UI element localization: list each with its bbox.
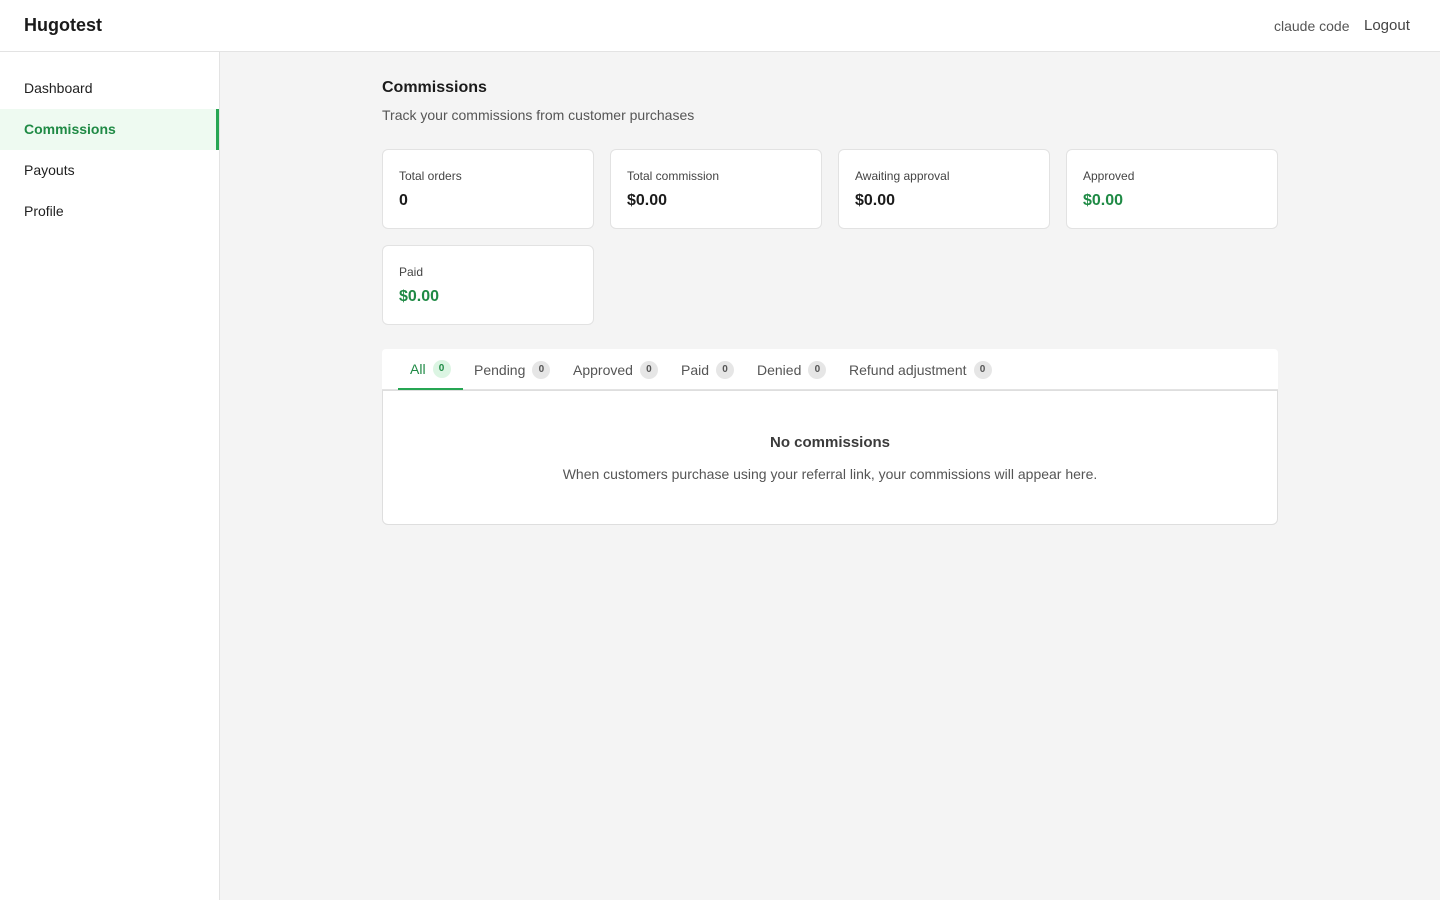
empty-state-title: No commissions [769,434,891,451]
tab-approved[interactable]: Approved 0 [561,349,670,390]
stat-card-awaiting-approval: Awaiting approval $0.00 [838,149,1050,229]
stat-value: $0.00 [1083,192,1124,209]
stat-label: Total commission [627,169,720,183]
stat-value: $0.00 [855,192,896,209]
tab-count-badge: 0 [973,360,992,379]
top-bar: Hugotest claude code Logout [0,0,1440,52]
brand-logo[interactable]: Hugotest [24,15,102,36]
sidebar-item-profile[interactable]: Profile [0,191,219,232]
sidebar: Dashboard Commissions Payouts Profile [0,52,220,900]
tab-count-badge: 0 [808,360,827,379]
empty-commissions-panel: No commissions When customers purchase u… [382,390,1278,525]
tab-count-badge: 0 [532,360,551,379]
sidebar-item-commissions[interactable]: Commissions [0,109,219,150]
stat-label: Approved [1083,169,1135,183]
empty-state-text: When customers purchase using your refer… [562,466,1098,482]
stat-card-paid: Paid $0.00 [382,245,594,325]
stat-value: 0 [399,192,408,209]
stat-value: $0.00 [399,288,440,305]
stat-card-approved: Approved $0.00 [1066,149,1278,229]
tab-denied[interactable]: Denied 0 [745,349,838,390]
stat-card-total-orders: Total orders 0 [382,149,594,229]
tab-all[interactable]: All 0 [398,349,463,390]
stat-label: Awaiting approval [855,169,950,183]
tab-label: Approved [573,361,633,378]
tab-count-badge: 0 [639,360,658,379]
tab-count-badge: 0 [716,360,735,379]
stat-value: $0.00 [627,192,668,209]
tab-label: Pending [474,361,526,378]
tab-refund-adjustment[interactable]: Refund adjustment 0 [837,349,1004,390]
sidebar-item-dashboard[interactable]: Dashboard [0,68,219,109]
tab-paid[interactable]: Paid 0 [669,349,746,390]
tab-label: All [410,360,426,377]
stat-card-total-commission: Total commission $0.00 [610,149,822,229]
tab-label: Refund adjustment [849,361,967,378]
stat-label: Total orders [399,169,462,183]
commission-tabs: All 0 Pending 0 Approved 0 Paid 0 Denied… [382,349,1278,390]
logout-link[interactable]: Logout [1364,17,1410,34]
tab-pending[interactable]: Pending 0 [462,349,562,390]
tab-label: Denied [757,361,802,378]
page-subtitle: Track your commissions from customer pur… [382,107,695,123]
user-name: claude code [1274,18,1350,34]
page-title: Commissions [382,79,487,96]
sidebar-item-payouts[interactable]: Payouts [0,150,219,191]
tab-label: Paid [681,361,710,378]
tab-count-badge: 0 [432,359,451,378]
stat-label: Paid [399,265,424,279]
